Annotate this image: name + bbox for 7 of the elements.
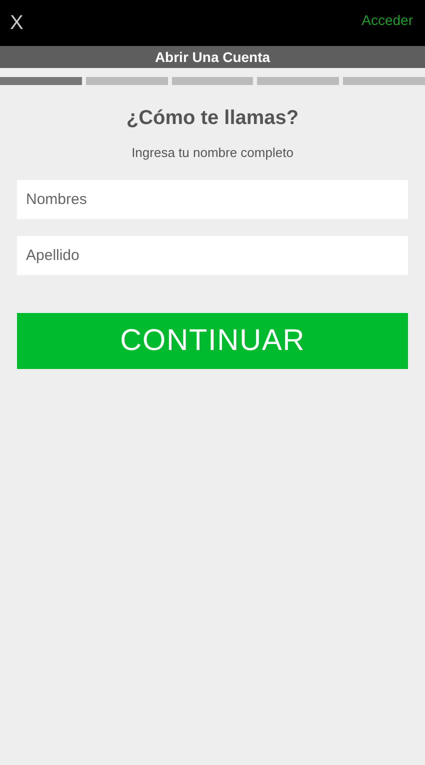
text-field[interactable]: Apellido (17, 236, 408, 274)
subheading: Ingresa tu nombre completo (130, 144, 294, 162)
page-title: Abrir Una Cuenta (154, 48, 270, 66)
close-button[interactable]: X (10, 13, 24, 33)
text-field[interactable]: Nombres (17, 180, 408, 218)
login-link[interactable]: Acceder (362, 10, 415, 30)
heading: ¿Cómo te llamas? (125, 106, 300, 131)
